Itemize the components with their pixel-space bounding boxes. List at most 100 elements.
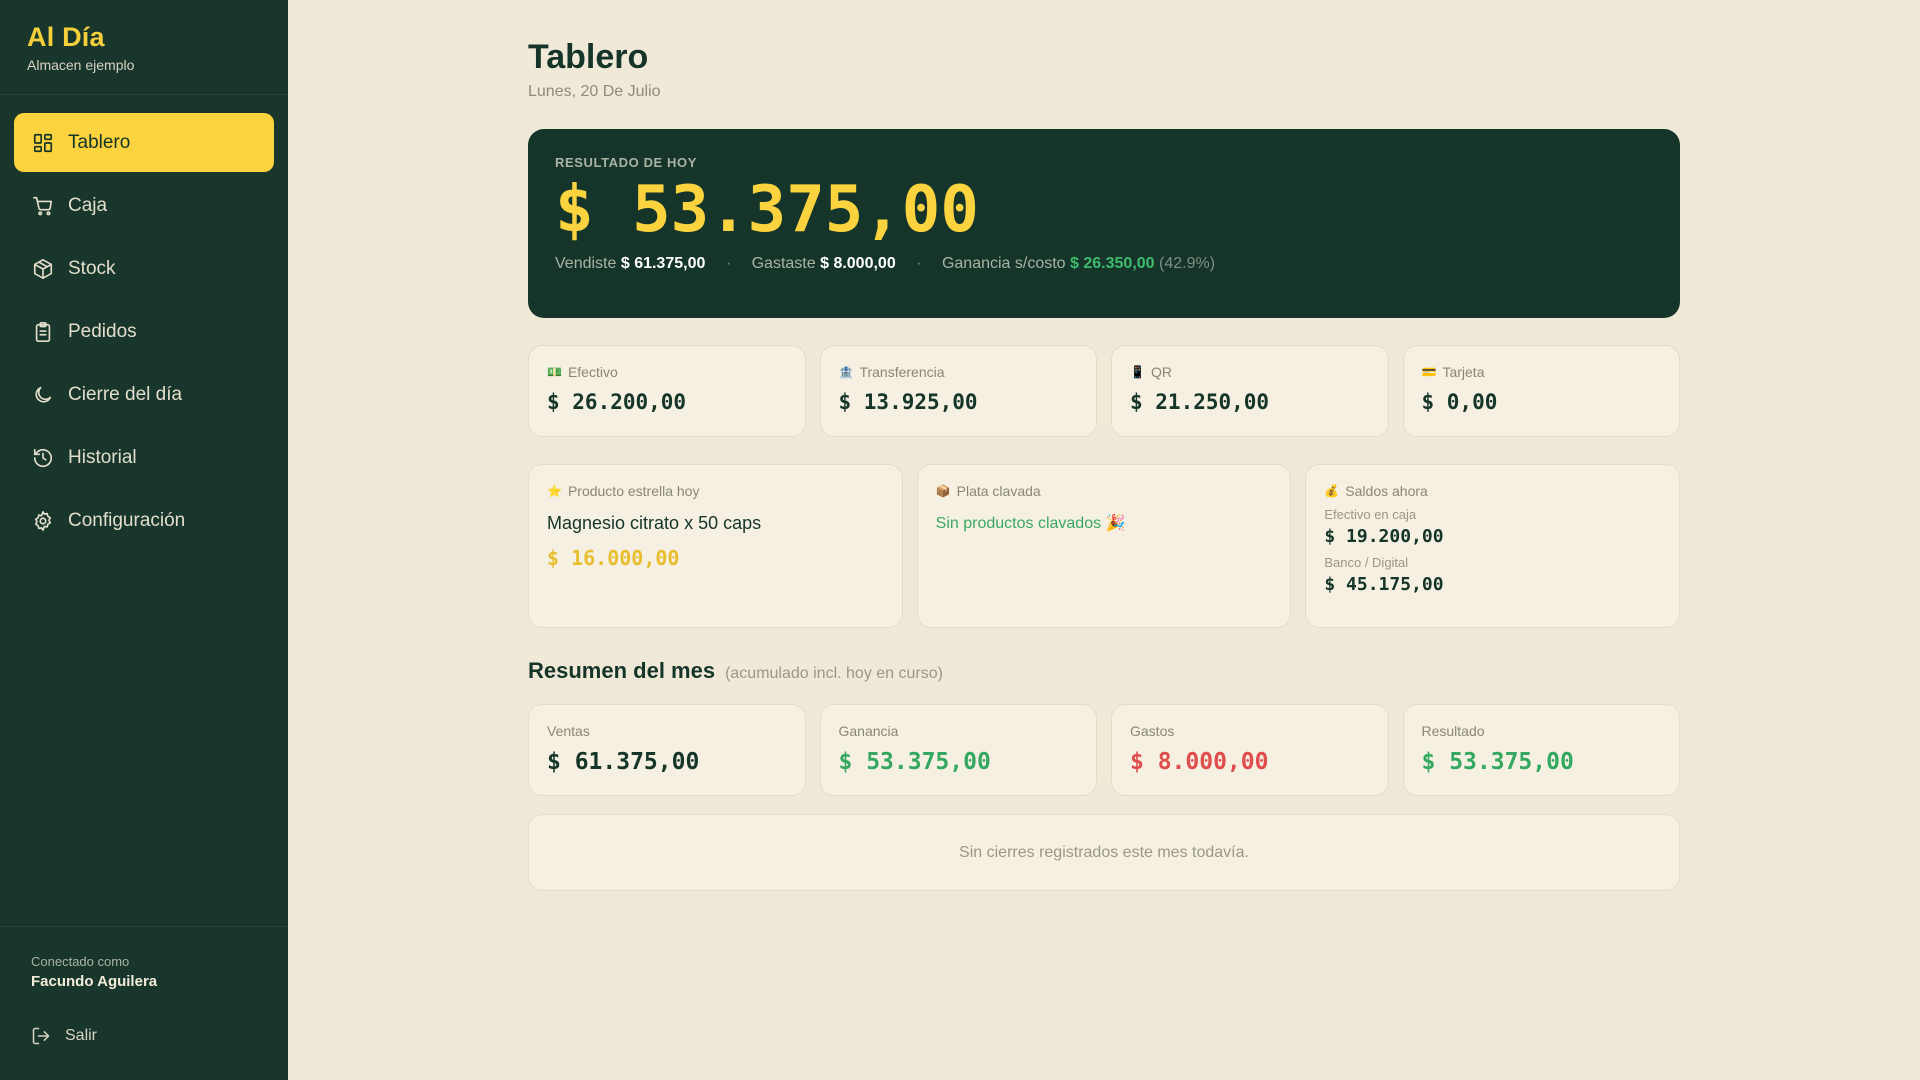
today-result-card: RESULTADO DE HOY $ 53.375,00 Vendiste $ … <box>528 129 1680 318</box>
sidebar-item-label: Historial <box>68 446 137 468</box>
star-icon: ⭐ <box>547 484 562 498</box>
connected-label: Conectado como <box>31 954 130 969</box>
today-stats: Vendiste $ 61.375,00 · Gastaste $ 8.000,… <box>555 255 1653 273</box>
package-icon: 📦 <box>935 484 951 498</box>
month-card-ganancia: Ganancia $ 53.375,00 <box>819 704 1097 796</box>
payment-value: $ 21.250,00 <box>1130 390 1270 414</box>
month-card-value: $ 61.375,00 <box>547 749 700 775</box>
star-product-label: ⭐ Producto estrella hoy <box>547 483 884 499</box>
main-content: Tablero Lunes, 20 De Julio RESULTADO DE … <box>528 0 1681 891</box>
stuck-money-label-text: Plata clavada <box>956 483 1041 499</box>
sidebar-item-configuracion[interactable]: Configuración <box>14 491 274 550</box>
month-summary-header: Resumen del mes (acumulado incl. hoy en … <box>528 658 1680 684</box>
cash-icon: 💵 <box>547 365 562 379</box>
payment-label: 💵 Efectivo <box>547 364 787 380</box>
month-card-value: $ 53.375,00 <box>1421 749 1574 775</box>
spent-label: Gastaste <box>751 255 816 273</box>
sidebar-item-tablero[interactable]: Tablero <box>14 113 274 172</box>
sidebar-item-stock[interactable]: Stock <box>14 239 274 298</box>
bank-balance-value: $ 45.175,00 <box>1324 574 1444 595</box>
sidebar-item-cierre[interactable]: Cierre del día <box>14 365 274 424</box>
brand-title: Al Día <box>27 22 105 52</box>
logout-label: Salir <box>65 1027 98 1044</box>
month-card-label: Ganancia <box>838 723 899 739</box>
month-summary-subtitle: (acumulado incl. hoy en curso) <box>725 665 943 682</box>
connected-user: Facundo Aguilera <box>31 973 158 990</box>
payment-label-text: Tarjeta <box>1442 364 1485 380</box>
logout-button[interactable]: Salir <box>31 1026 257 1046</box>
bank-icon: 🏦 <box>838 365 854 379</box>
insights-row: ⭐ Producto estrella hoy Magnesio citrato… <box>528 464 1681 628</box>
moon-icon <box>32 384 54 406</box>
star-product-value: $ 16.000,00 <box>547 546 680 570</box>
month-card-value: $ 8.000,00 <box>1130 749 1269 775</box>
brand: Al Día Almacen ejemplo <box>0 0 288 95</box>
payment-label-text: QR <box>1150 364 1172 380</box>
bank-balance-label: Banco / Digital <box>1324 555 1409 570</box>
month-card-label: Resultado <box>1421 723 1485 739</box>
stuck-money-card: 📦 Plata clavada Sin productos clavados 🎉 <box>916 464 1292 628</box>
brand-subtitle: Almacen ejemplo <box>27 57 135 73</box>
sold-label: Vendiste <box>555 255 617 273</box>
cash-balance-value: $ 19.200,00 <box>1324 526 1444 547</box>
star-product-card: ⭐ Producto estrella hoy Magnesio citrato… <box>528 464 903 628</box>
month-summary-cards: Ventas $ 61.375,00 Ganancia $ 53.375,00 … <box>528 704 1680 796</box>
payment-label: 📱 QR <box>1130 364 1370 380</box>
payment-card-efectivo: 💵 Efectivo $ 26.200,00 <box>528 345 806 437</box>
empty-closures-message: Sin cierres registrados este mes todavía… <box>528 814 1680 891</box>
month-card-label: Ventas <box>547 723 590 739</box>
page-title: Tablero <box>528 38 649 76</box>
balances-label: 💰 Saldos ahora <box>1324 483 1661 499</box>
logout-icon <box>32 1027 50 1045</box>
history-icon <box>32 447 54 469</box>
today-result-amount: $ 53.375,00 <box>555 173 979 247</box>
sidebar-item-label: Cierre del día <box>68 383 183 405</box>
clipboard-icon <box>32 321 54 343</box>
phone-icon: 📱 <box>1130 365 1145 379</box>
payment-card-transferencia: 🏦 Transferencia $ 13.925,00 <box>819 345 1097 437</box>
sidebar-item-label: Tablero <box>68 131 131 153</box>
month-card-resultado: Resultado $ 53.375,00 <box>1402 704 1680 796</box>
sidebar-footer: Conectado como Facundo Aguilera Salir <box>0 926 288 1080</box>
stuck-money-message: Sin productos clavados 🎉 <box>935 515 1126 532</box>
cart-icon <box>32 195 54 217</box>
sidebar-item-caja[interactable]: Caja <box>14 176 274 235</box>
payment-value: $ 0,00 <box>1421 390 1498 414</box>
sidebar-item-pedidos[interactable]: Pedidos <box>14 302 274 361</box>
sidebar-item-historial[interactable]: Historial <box>14 428 274 487</box>
payment-value: $ 13.925,00 <box>838 390 978 414</box>
sidebar-item-label: Pedidos <box>68 320 137 342</box>
payment-card-qr: 📱 QR $ 21.250,00 <box>1111 345 1389 437</box>
payment-card-tarjeta: 💳 Tarjeta $ 0,00 <box>1402 345 1680 437</box>
today-result-label: RESULTADO DE HOY <box>555 155 698 170</box>
sidebar: Al Día Almacen ejemplo Tablero Caja Stoc… <box>0 0 288 1080</box>
profit-label: Ganancia s/costo <box>941 255 1066 273</box>
profit-percent: (42.9%) <box>1159 255 1216 273</box>
money-bag-icon: 💰 <box>1324 484 1340 498</box>
month-card-gastos: Gastos $ 8.000,00 <box>1111 704 1389 796</box>
payment-label-text: Transferencia <box>859 364 945 380</box>
separator: · <box>725 255 732 273</box>
month-card-ventas: Ventas $ 61.375,00 <box>528 704 806 796</box>
sidebar-item-label: Caja <box>68 194 108 216</box>
cash-balance-label: Efectivo en caja <box>1324 507 1417 522</box>
payment-label: 🏦 Transferencia <box>839 364 1079 380</box>
payment-label-text: Efectivo <box>567 364 618 380</box>
payment-methods: 💵 Efectivo $ 26.200,00 🏦 Transferencia $… <box>528 345 1680 437</box>
star-product-label-text: Producto estrella hoy <box>567 483 700 499</box>
stuck-money-label: 📦 Plata clavada <box>936 483 1273 499</box>
payment-value: $ 26.200,00 <box>547 390 687 414</box>
box-icon <box>32 258 54 280</box>
payment-label: 💳 Tarjeta <box>1422 364 1662 380</box>
gear-icon <box>32 510 54 532</box>
sidebar-item-label: Configuración <box>68 509 186 531</box>
profit-value: $ 26.350,00 <box>1070 255 1155 273</box>
balances-label-text: Saldos ahora <box>1345 483 1428 499</box>
sold-value: $ 61.375,00 <box>620 255 706 273</box>
month-card-label: Gastos <box>1130 723 1175 739</box>
star-product-name: Magnesio citrato x 50 caps <box>547 513 762 533</box>
sidebar-nav: Tablero Caja Stock Pedidos Cierre del dí… <box>0 95 288 550</box>
balances-card: 💰 Saldos ahora Efectivo en caja $ 19.200… <box>1305 464 1681 628</box>
month-summary-title: Resumen del mes <box>528 658 716 683</box>
grid-icon <box>32 132 54 154</box>
